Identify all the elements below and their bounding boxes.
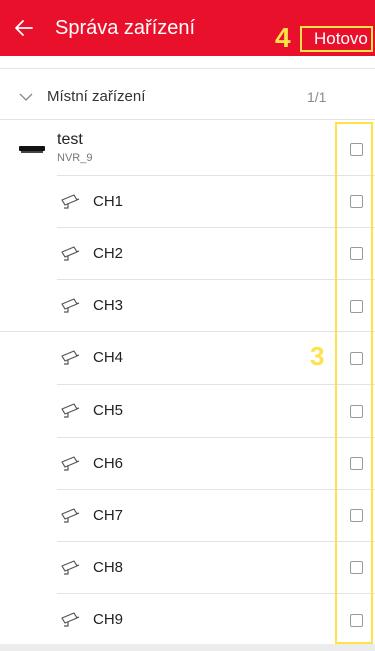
app-header: Správa zařízení 4 Hotovo: [0, 0, 375, 56]
divider: [0, 119, 375, 120]
device-checkbox[interactable]: [350, 143, 363, 156]
channel-checkbox[interactable]: [350, 352, 363, 365]
callout-number-3: 3: [310, 341, 325, 371]
group-count: 1/1: [307, 89, 327, 105]
device-model: NVR_9: [57, 152, 93, 164]
camera-icon: [61, 560, 80, 575]
camera-icon: [61, 612, 80, 627]
channel-row[interactable]: CH2: [0, 228, 375, 280]
channel-checkbox[interactable]: [350, 457, 363, 470]
channel-checkbox[interactable]: [350, 300, 363, 313]
channel-row[interactable]: CH3: [0, 280, 375, 332]
channel-label: CH1: [93, 193, 124, 210]
device-name: test: [57, 131, 83, 148]
bottom-bar: [0, 644, 375, 651]
channel-row[interactable]: CH9: [0, 594, 375, 646]
channel-checkbox[interactable]: [350, 509, 363, 522]
channel-checkbox[interactable]: [350, 614, 363, 627]
channel-label: CH3: [93, 297, 124, 314]
camera-icon: [61, 246, 80, 261]
group-header-local-devices[interactable]: Místní zařízení 1/1: [0, 80, 375, 118]
divider: [0, 68, 375, 69]
channel-checkbox[interactable]: [350, 247, 363, 260]
chevron-down-icon[interactable]: [18, 89, 34, 105]
page-title: Správa zařízení: [55, 17, 196, 39]
channel-label: CH4: [93, 349, 124, 366]
nvr-device-icon: [19, 146, 45, 153]
camera-icon: [61, 350, 80, 365]
channel-row[interactable]: CH1: [0, 176, 375, 228]
camera-icon: [61, 298, 80, 313]
channel-checkbox[interactable]: [350, 195, 363, 208]
done-button[interactable]: Hotovo: [300, 26, 373, 52]
channel-row[interactable]: CH6: [0, 438, 375, 490]
channel-label: CH2: [93, 245, 124, 262]
camera-icon: [61, 456, 80, 471]
arrow-left-icon[interactable]: [12, 16, 36, 40]
channel-checkbox[interactable]: [350, 405, 363, 418]
channel-label: CH6: [93, 455, 124, 472]
channel-row[interactable]: CH7: [0, 490, 375, 542]
channel-label: CH8: [93, 559, 124, 576]
channel-row[interactable]: CH5: [0, 385, 375, 437]
camera-icon: [61, 508, 80, 523]
camera-icon: [61, 194, 80, 209]
channel-row[interactable]: CH8: [0, 542, 375, 594]
device-row[interactable]: test NVR_9: [0, 124, 375, 176]
channel-label: CH9: [93, 611, 124, 628]
channel-label: CH5: [93, 402, 124, 419]
channel-checkbox[interactable]: [350, 561, 363, 574]
group-label: Místní zařízení: [47, 88, 146, 105]
callout-number-4: 4: [275, 22, 291, 53]
channel-label: CH7: [93, 507, 124, 524]
camera-icon: [61, 403, 80, 418]
